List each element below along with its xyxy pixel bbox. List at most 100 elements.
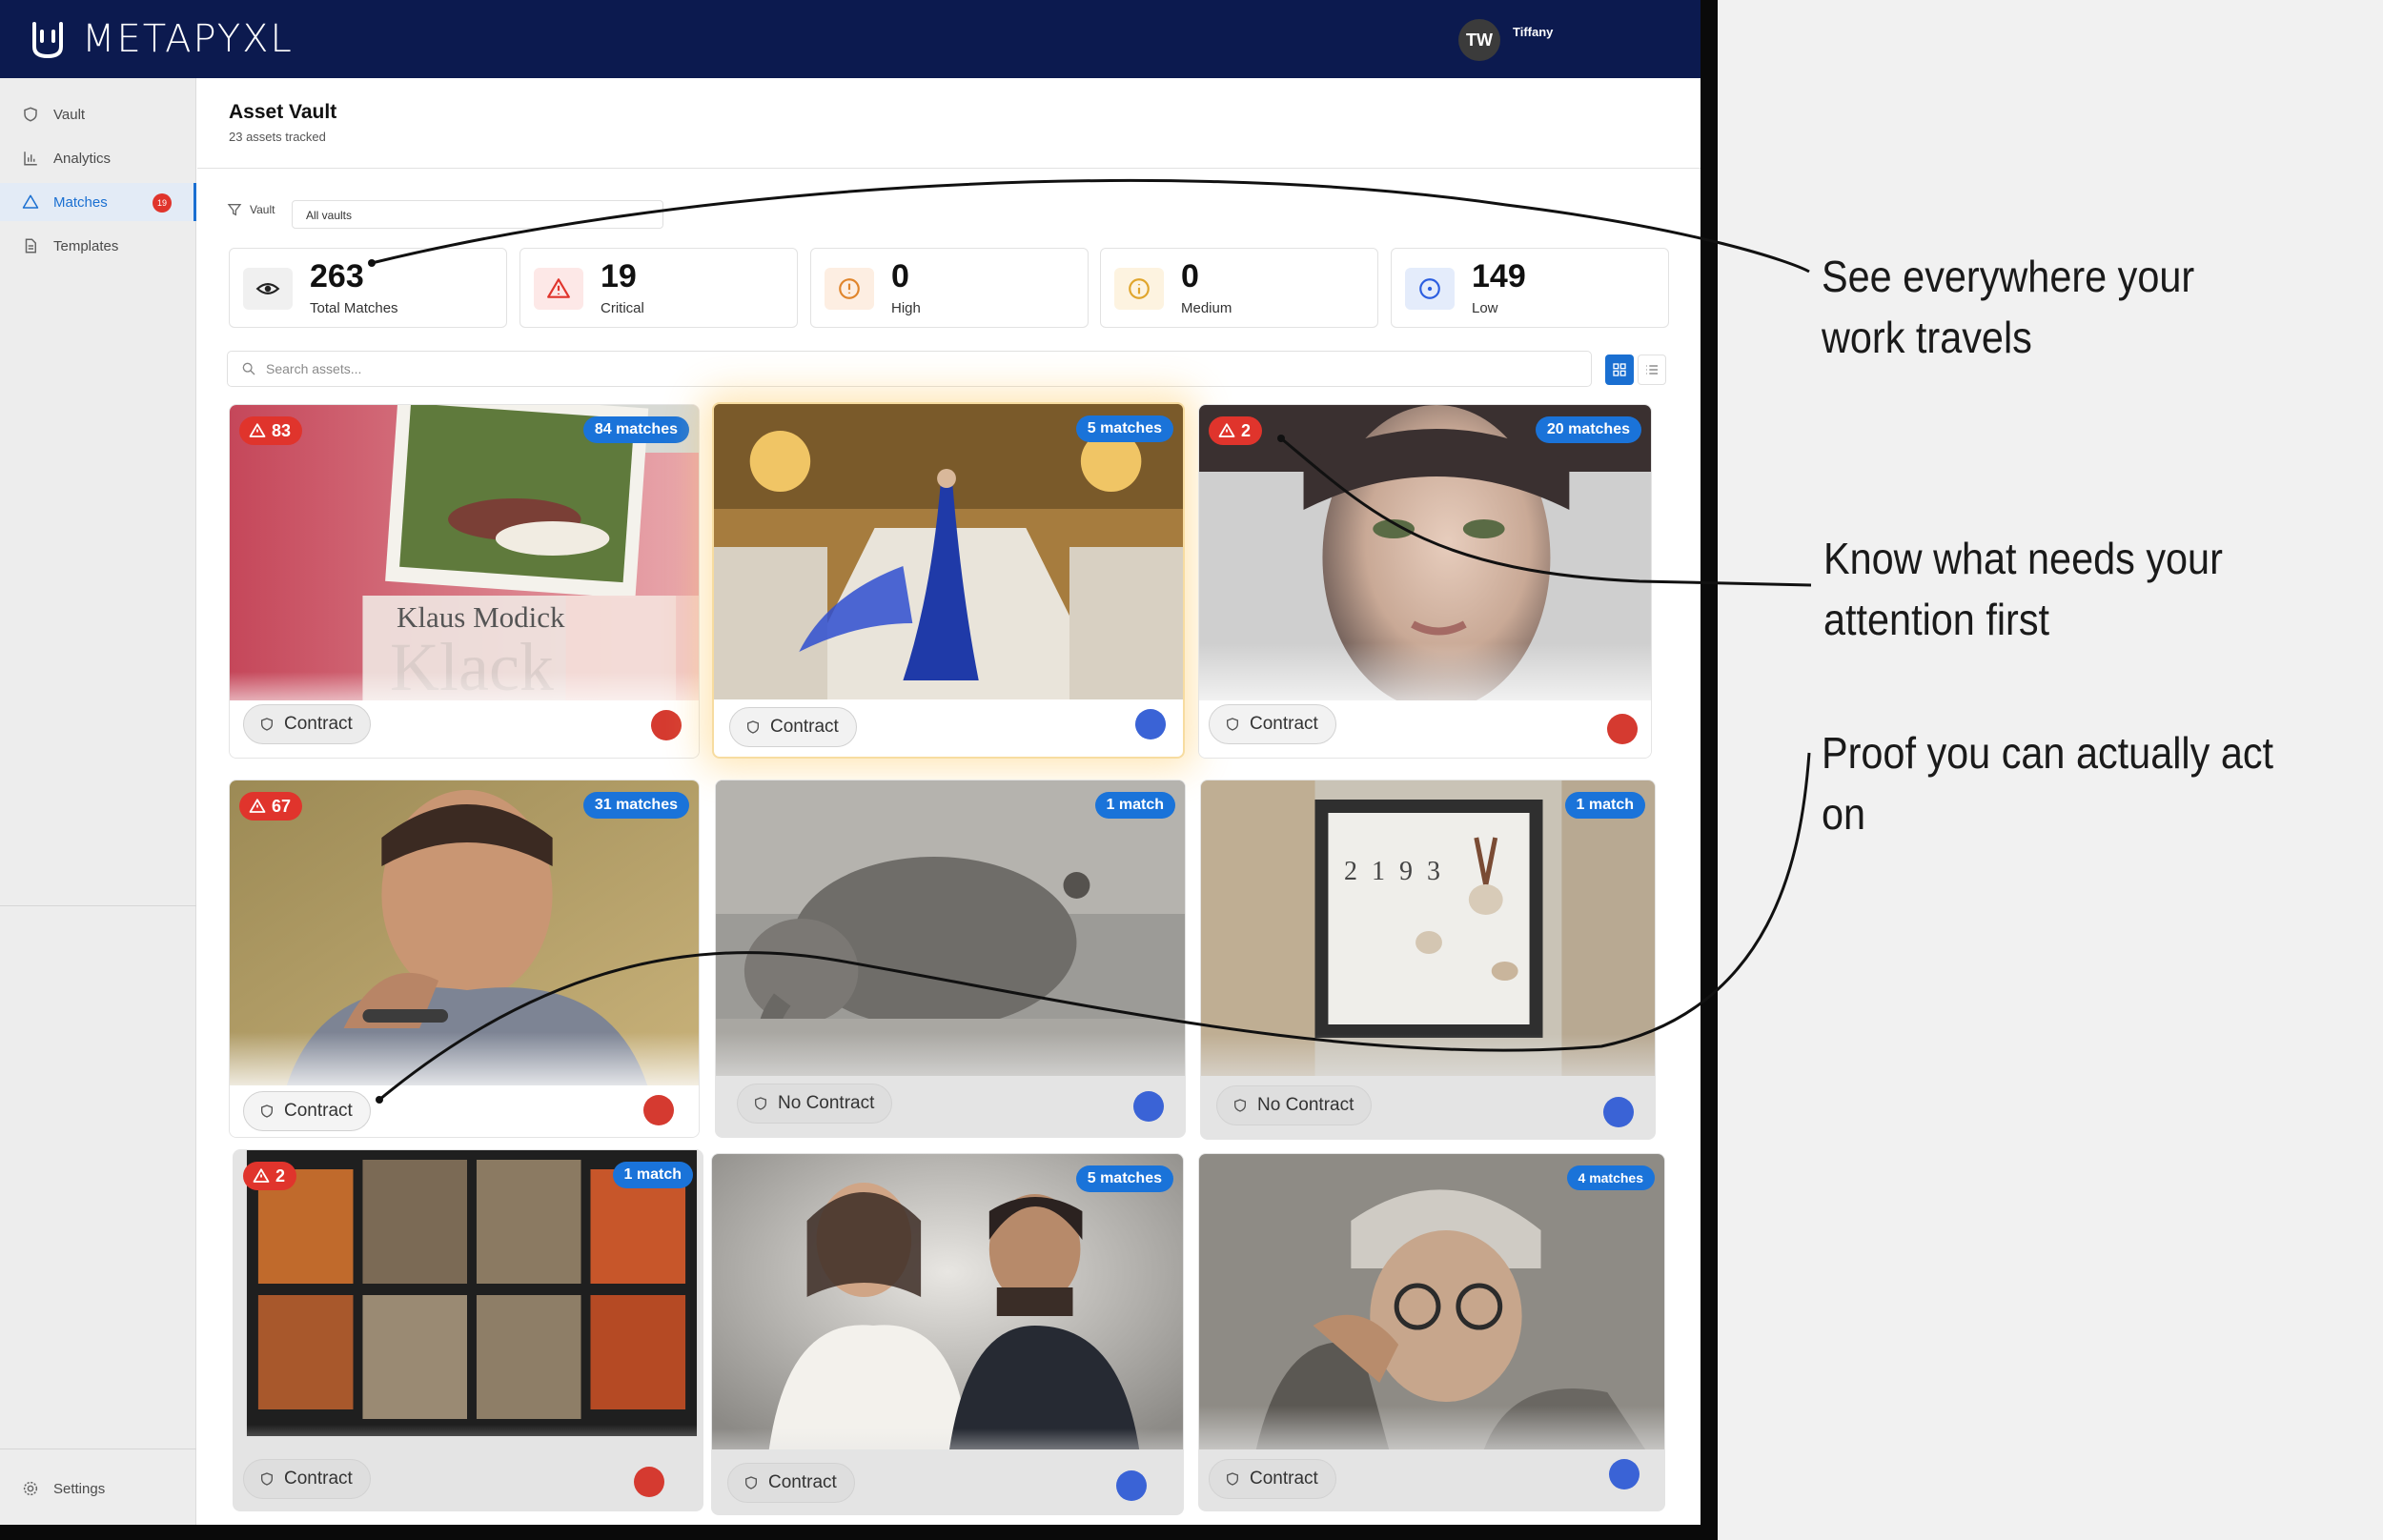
contract-status-pill[interactable]: Contract <box>727 1463 855 1503</box>
match-count-badge: 84 matches <box>582 416 689 443</box>
asset-thumbnail[interactable] <box>712 1154 1183 1449</box>
alert-badge: 2 <box>243 1162 297 1190</box>
callout-text: Know what needs your attention first <box>1823 528 2223 650</box>
stat-value: 19 <box>601 258 637 294</box>
logo[interactable]: METAPYXL <box>29 17 294 61</box>
callout-text: See everywhere your work travels <box>1822 246 2194 368</box>
asset-thumbnail[interactable] <box>234 1150 703 1446</box>
grid-view-button[interactable] <box>1605 355 1634 385</box>
stat-value: 263 <box>310 258 364 294</box>
contract-label: Contract <box>284 1101 353 1121</box>
vault-select[interactable]: All vaults <box>292 200 663 229</box>
sidebar-item-settings[interactable]: Settings <box>0 1469 196 1508</box>
sidebar-item-vault[interactable]: Vault <box>0 95 196 133</box>
alert-count: 2 <box>275 1165 286 1185</box>
alert-count: 67 <box>272 796 292 816</box>
alert-badge: 2 <box>1209 416 1263 445</box>
status-dot <box>1603 1097 1634 1127</box>
alert-triangle-icon <box>249 799 266 813</box>
alert-count: 83 <box>272 420 292 440</box>
shield-icon <box>1227 718 1238 731</box>
status-dot <box>634 1467 664 1497</box>
page-subtitle: 23 assets tracked <box>229 130 326 144</box>
sidebar-item-label: Matches <box>53 193 108 211</box>
status-dot <box>1607 714 1638 744</box>
contract-status-pill[interactable]: Contract <box>1209 1459 1336 1499</box>
contract-status-pill[interactable]: No Contract <box>737 1084 893 1124</box>
asset-card[interactable]: 5 matches Contract <box>712 402 1185 759</box>
grid-icon <box>1613 363 1626 376</box>
contract-label: Contract <box>1250 714 1318 734</box>
filter-icon <box>227 204 242 216</box>
asset-card[interactable]: 1 match No Contract <box>715 780 1186 1138</box>
asset-card[interactable]: 2 20 matches Contract <box>1198 404 1652 759</box>
page-title: Asset Vault <box>229 101 337 123</box>
user-name[interactable]: Tiffany <box>1513 25 1553 39</box>
status-dot <box>643 1095 674 1125</box>
contract-label: Contract <box>284 1469 353 1489</box>
stat-card-total[interactable]: 263 Total Matches <box>229 248 507 328</box>
eye-icon <box>243 268 293 310</box>
asset-card[interactable]: Klaus Modick Klack 83 84 matches Contrac… <box>229 404 700 759</box>
stat-label: Critical <box>601 300 644 316</box>
asset-thumbnail[interactable] <box>1201 780 1655 1076</box>
stat-value: 0 <box>891 258 909 294</box>
contract-status-pill[interactable]: Contract <box>243 1459 371 1499</box>
stat-label: Total Matches <box>310 300 398 316</box>
asset-card[interactable]: 67 31 matches Contract <box>229 780 700 1138</box>
contract-status-pill[interactable]: Contract <box>729 707 857 747</box>
alert-badge: 67 <box>239 792 303 821</box>
list-view-button[interactable] <box>1638 355 1666 385</box>
sidebar-item-analytics[interactable]: Analytics <box>0 139 196 177</box>
sidebar-item-templates[interactable]: Templates <box>0 227 196 265</box>
asset-thumbnail[interactable] <box>714 404 1183 699</box>
alert-triangle-icon <box>253 1168 270 1183</box>
sidebar-item-label: Templates <box>53 237 119 254</box>
header-divider <box>197 168 1701 169</box>
status-dot <box>1116 1470 1147 1501</box>
match-count-badge: 1 match <box>1094 792 1175 819</box>
alert-circle-icon <box>825 268 874 310</box>
asset-card[interactable]: 5 matches Contract <box>711 1153 1184 1515</box>
match-count-badge: 1 match <box>612 1162 693 1188</box>
sidebar-item-label: Vault <box>53 106 86 123</box>
asset-card[interactable]: 4 matches Contract <box>1198 1153 1665 1511</box>
contract-status-pill[interactable]: Contract <box>1209 704 1336 744</box>
shield-icon <box>261 1472 273 1486</box>
device-frame-edge <box>0 1525 1718 1540</box>
shield-icon <box>747 720 759 734</box>
contract-label: No Contract <box>778 1093 875 1113</box>
search-input[interactable]: Search assets... <box>227 351 1592 387</box>
stat-card-high[interactable]: 0 High <box>810 248 1089 328</box>
search-icon <box>242 362 255 375</box>
top-bar: METAPYXL TW Tiffany <box>0 0 1701 78</box>
callout-line: Proof you can actually act on <box>1822 728 2274 839</box>
asset-card[interactable]: 2 1 9 3 1 match No Contract <box>1200 780 1656 1140</box>
status-dot <box>1135 709 1166 740</box>
status-dot <box>1133 1091 1164 1122</box>
stat-card-critical[interactable]: 19 Critical <box>519 248 798 328</box>
sidebar-item-matches[interactable]: Matches 19 <box>0 183 196 221</box>
matches-count-badge: 19 <box>153 193 172 213</box>
info-icon <box>1114 268 1164 310</box>
target-icon <box>1405 268 1455 310</box>
stat-label: High <box>891 300 921 316</box>
sidebar: Vault Analytics Matches 19 Templates Set… <box>0 78 196 1525</box>
status-dot <box>1609 1459 1640 1489</box>
logo-text: METAPYXL <box>82 17 294 61</box>
match-count-badge: 5 matches <box>1075 415 1173 442</box>
stat-card-low[interactable]: 149 Low <box>1391 248 1669 328</box>
contract-status-pill[interactable]: Contract <box>243 704 371 744</box>
stat-value: 0 <box>1181 258 1199 294</box>
gear-icon <box>21 1479 40 1498</box>
stat-card-medium[interactable]: 0 Medium <box>1100 248 1378 328</box>
status-dot <box>651 710 682 740</box>
alert-triangle-icon <box>1218 423 1235 437</box>
contract-label: Contract <box>284 714 353 734</box>
avatar[interactable]: TW <box>1458 19 1500 61</box>
contract-status-pill[interactable]: No Contract <box>1216 1085 1373 1125</box>
alert-badge: 83 <box>239 416 303 445</box>
alert-triangle-icon <box>249 423 266 437</box>
asset-card[interactable]: 2 1 match Contract <box>233 1149 703 1511</box>
contract-status-pill[interactable]: Contract <box>243 1091 371 1131</box>
